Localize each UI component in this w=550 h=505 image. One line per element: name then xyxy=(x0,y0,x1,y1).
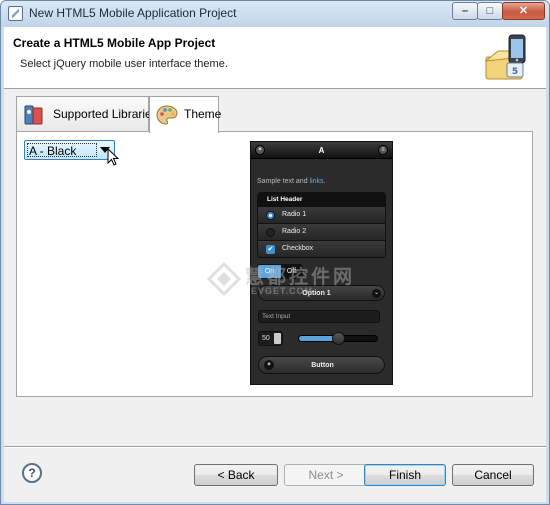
preview-list: List Header Radio 1 Radio 2 ✔ Checkbox xyxy=(257,192,386,258)
mouse-pointer-icon xyxy=(107,148,120,166)
tab-theme[interactable]: Theme xyxy=(149,96,222,133)
preview-sample-link: links. xyxy=(309,178,326,185)
dialog-window: New HTML5 Mobile Application Project – □… xyxy=(0,0,550,505)
maximize-button[interactable]: □ xyxy=(477,2,503,20)
title-bar: New HTML5 Mobile Application Project – □… xyxy=(1,1,549,27)
footer-separator xyxy=(4,446,546,448)
preview-header: ✶ A ≡ xyxy=(251,142,392,159)
preview-radio-2: Radio 2 xyxy=(258,223,385,240)
mobile-project-wizard-icon: 5 xyxy=(484,34,526,80)
theme-tab-panel: A - Black ✶ A ≡ Sample text and links. L… xyxy=(16,131,533,397)
preview-sample-text: Sample text and links. xyxy=(257,178,326,185)
wizard-banner: Create a HTML5 Mobile App Project Select… xyxy=(4,27,546,89)
checkbox-checked-icon: ✔ xyxy=(266,245,275,254)
preview-radio-1: Radio 1 xyxy=(258,206,385,223)
preview-checkbox: ✔ Checkbox xyxy=(258,240,385,257)
app-icon xyxy=(8,6,23,21)
preview-header-right-button: ≡ xyxy=(378,145,388,155)
preview-slider-track xyxy=(298,332,378,345)
radio-on-icon xyxy=(266,211,275,220)
dialog-content: Create a HTML5 Mobile App Project Select… xyxy=(4,27,546,502)
toggle-on-label: On xyxy=(258,265,281,278)
tab-supported-libraries[interactable]: Supported Libraries xyxy=(16,96,158,132)
theme-palette-icon xyxy=(156,105,178,125)
spinner-icon xyxy=(274,333,281,344)
svg-text:5: 5 xyxy=(512,67,518,77)
toggle-off-label: Off xyxy=(281,265,302,278)
back-button[interactable]: < Back xyxy=(194,464,278,486)
preview-select: Option 1 ⌄ xyxy=(258,285,385,301)
close-button[interactable]: ✕ xyxy=(502,2,545,20)
help-button[interactable]: ? xyxy=(22,463,42,483)
page-description: Select jQuery mobile user interface them… xyxy=(20,58,228,70)
preview-slider: 50 xyxy=(258,331,387,346)
watermark-logo-icon xyxy=(207,262,241,296)
theme-preview: ✶ A ≡ Sample text and links. List Header… xyxy=(250,141,393,385)
tab-label: Theme xyxy=(184,107,222,121)
next-button[interactable]: Next > xyxy=(284,464,368,486)
cancel-button[interactable]: Cancel xyxy=(452,464,534,486)
focus-outline xyxy=(27,143,97,157)
window-title: New HTML5 Mobile Application Project xyxy=(29,6,237,20)
finish-button[interactable]: Finish xyxy=(364,464,446,486)
preview-button: ✶ Button xyxy=(258,356,385,374)
preview-list-header: List Header xyxy=(258,193,385,206)
preview-slider-thumb xyxy=(332,332,345,345)
preview-text-input: Text Input xyxy=(258,310,380,323)
preview-header-title: A xyxy=(318,146,325,155)
tab-label: Supported Libraries xyxy=(53,107,158,121)
page-title: Create a HTML5 Mobile App Project xyxy=(13,36,216,50)
preview-slider-value: 50 xyxy=(258,331,283,346)
preview-flip-toggle: On Off xyxy=(257,264,303,279)
chevron-down-icon: ⌄ xyxy=(372,289,381,298)
theme-select[interactable]: A - Black xyxy=(24,140,115,160)
libraries-icon xyxy=(24,105,43,125)
minimize-button[interactable]: – xyxy=(452,2,478,20)
radio-off-icon xyxy=(266,228,275,237)
